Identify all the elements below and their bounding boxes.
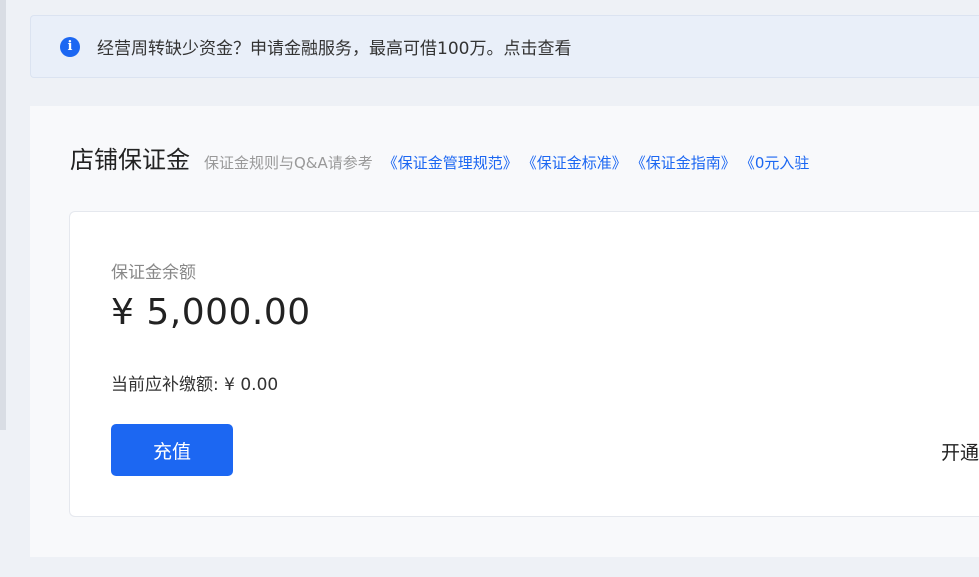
link-zero-entry[interactable]: 《0元入驻 — [740, 152, 810, 173]
page-title: 店铺保证金 — [70, 146, 190, 174]
left-sidebar-edge — [0, 0, 6, 430]
rules-hint: 保证金规则与Q&A请参考 — [204, 154, 373, 172]
notice-text[interactable]: 经营周转缺少资金？申请金融服务，最高可借100万。点击查看 — [97, 34, 571, 59]
finance-notice-bar[interactable]: i 经营周转缺少资金？申请金融服务，最高可借100万。点击查看 — [30, 15, 979, 78]
link-deposit-standard[interactable]: 《保证金标准》 — [522, 152, 627, 173]
due-amount: 当前应补缴额: ¥ 0.00 — [111, 375, 279, 395]
balance-label: 保证金余额 — [111, 263, 196, 283]
link-deposit-guide[interactable]: 《保证金指南》 — [631, 152, 736, 173]
recharge-button[interactable]: 充值 — [111, 424, 233, 476]
info-icon: i — [60, 36, 80, 57]
balance-value: ¥ 5,000.00 — [111, 292, 311, 333]
deposit-balance-card: 保证金余额 ¥ 5,000.00 当前应补缴额: ¥ 0.00 充值 开通 — [69, 211, 979, 517]
link-deposit-management[interactable]: 《保证金管理规范》 — [383, 152, 518, 173]
deposit-panel: 店铺保证金 保证金规则与Q&A请参考 《保证金管理规范》 《保证金标准》 《保证… — [30, 106, 979, 557]
open-service-text[interactable]: 开通 — [941, 438, 979, 465]
deposit-header: 店铺保证金 保证金规则与Q&A请参考 《保证金管理规范》 《保证金标准》 《保证… — [70, 140, 813, 175]
